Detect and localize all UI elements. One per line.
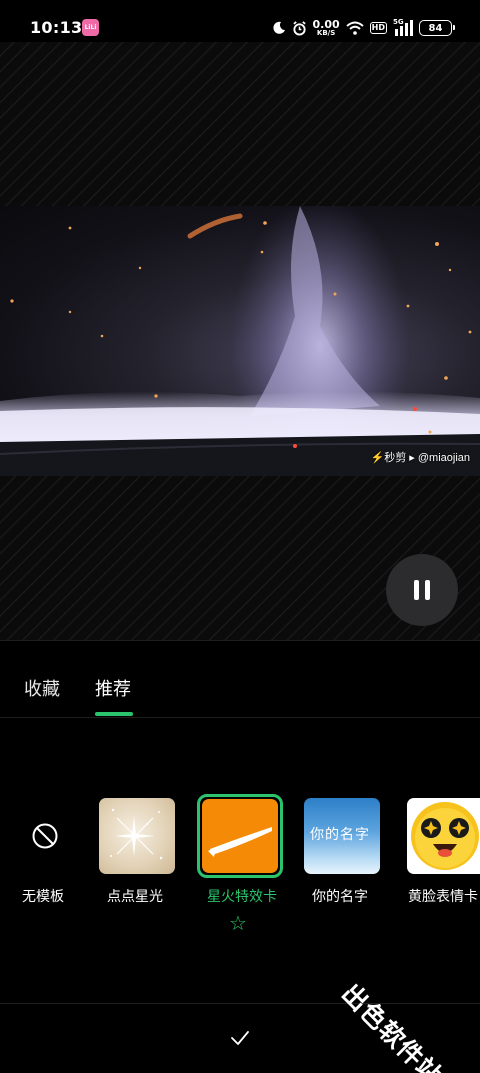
template-label-sky: 你的名字: [312, 889, 368, 905]
template-thumb-emoji-face[interactable]: [407, 798, 480, 874]
template-label-sparkle: 点点星光: [107, 889, 163, 905]
battery-indicator: 84: [419, 20, 455, 36]
status-icons: 0.00 KB/S HD 5G 84: [272, 16, 455, 40]
video-frame[interactable]: ⚡秒剪 ▸ @miaojian: [0, 206, 480, 476]
pause-button[interactable]: [386, 554, 458, 626]
template-thumb-orange-streak[interactable]: [202, 799, 278, 873]
hd-badge: HD: [369, 22, 387, 34]
active-tab-indicator: [95, 712, 133, 716]
check-icon[interactable]: [228, 1026, 252, 1050]
template-list: 无模板 点点星光 星火特效卡 ☆ 你的名字 你的名字 黄脸表情卡: [0, 718, 480, 1003]
star-outline-icon[interactable]: ☆: [229, 911, 247, 935]
template-label-orange-streak: 星火特效卡: [207, 889, 277, 905]
template-thumb-sky-text: 你的名字: [310, 827, 370, 843]
emoji-face-icon: [411, 802, 479, 870]
app-notification-icon: LiLi: [82, 19, 99, 36]
video-preview-area: ⚡秒剪 ▸ @miaojian: [0, 42, 480, 640]
signal-bars-icon: [395, 20, 413, 36]
pause-icon: [411, 580, 433, 600]
sparkle-icon: [110, 808, 163, 860]
no-symbol-icon[interactable]: [32, 823, 58, 849]
wifi-icon: [345, 21, 364, 35]
status-time: 10:13: [30, 18, 83, 37]
video-watermark: ⚡秒剪 ▸ @miaojian: [370, 452, 470, 464]
fountain-scene: [0, 206, 480, 476]
template-label-none: 无模板: [22, 889, 64, 905]
streak-graphic: [208, 827, 272, 857]
cellular-signal: 5G: [393, 18, 413, 36]
tab-recommended[interactable]: 推荐: [95, 675, 131, 701]
tab-favorites[interactable]: 收藏: [24, 675, 60, 701]
template-thumb-sparkle[interactable]: [99, 798, 175, 874]
moon-icon: [272, 21, 285, 34]
network-speed: 0.00 KB/S: [312, 18, 340, 37]
alarm-icon: [292, 20, 306, 36]
template-label-emoji-face: 黄脸表情卡: [408, 889, 478, 905]
template-thumb-sky[interactable]: 你的名字: [304, 798, 380, 874]
template-category-tabs: 收藏 推荐: [0, 640, 480, 718]
